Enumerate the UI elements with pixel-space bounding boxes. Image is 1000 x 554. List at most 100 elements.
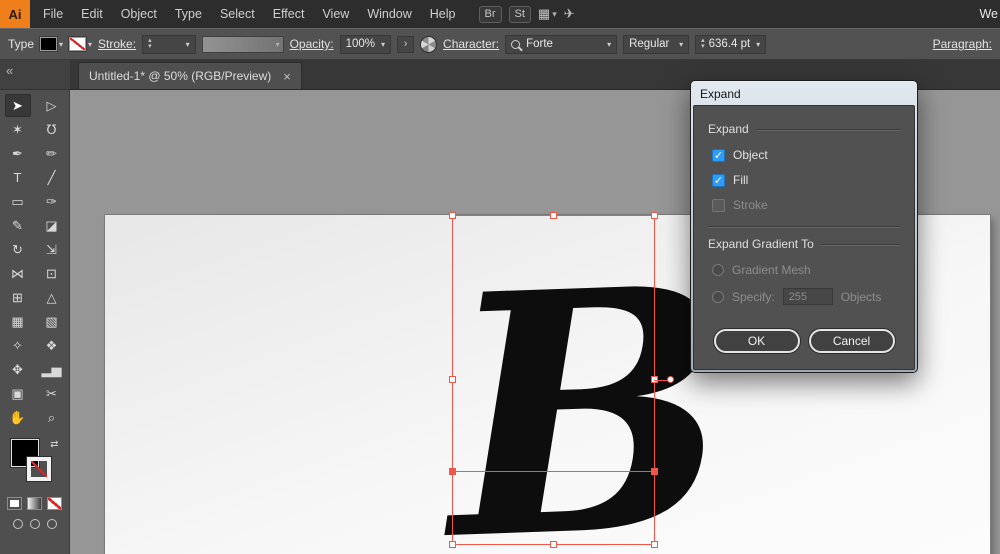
font-size-control[interactable]: ▴ ▾ 636.4 pt ▾ [695, 34, 767, 54]
column-graph-tool[interactable]: ▂▅ [39, 358, 65, 381]
selection-handle[interactable] [449, 376, 456, 383]
stock-button[interactable]: St [508, 5, 531, 23]
font-style-dropdown[interactable]: Regular ▾ [623, 34, 690, 54]
arrange-documents-button[interactable]: ▦ ▾ [538, 6, 557, 22]
color-mode-button[interactable] [7, 497, 22, 510]
opacity-control[interactable]: 100% ▾ [339, 34, 392, 54]
pencil-tool[interactable]: ✎ [5, 214, 31, 237]
ok-button[interactable]: OK [713, 329, 800, 353]
selection-handle[interactable] [549, 212, 557, 219]
draw-behind-icon[interactable] [29, 519, 40, 529]
anchor-point-handle[interactable] [667, 376, 674, 383]
gradient-tool[interactable]: ▧ [39, 310, 65, 333]
expand-dialog: Expand Expand ✓ Object ✓ Fill Stroke Expand … [690, 80, 918, 373]
paint-mode-row [7, 497, 62, 510]
lasso-tool[interactable]: ℧ [39, 118, 65, 141]
stroke-color-well[interactable] [25, 456, 52, 482]
expand-options: ✓ Object ✓ Fill Stroke [708, 148, 900, 212]
eyedropper-tool[interactable]: ✧ [5, 334, 31, 357]
artboard-tool[interactable]: ▣ [5, 382, 31, 405]
dialog-title-bar[interactable]: Expand [693, 83, 915, 105]
object-checkbox[interactable]: ✓ [712, 148, 725, 162]
font-family-dropdown[interactable]: Forte ▾ [505, 34, 618, 54]
paragraph-panel-link[interactable]: Paragraph: [933, 37, 992, 51]
direct-selection-tool[interactable]: ▷ [39, 94, 65, 117]
menu-select[interactable]: Select [211, 0, 264, 28]
slice-tool[interactable]: ✂ [39, 382, 65, 405]
fill-label: Fill [733, 173, 749, 187]
scale-tool[interactable]: ⇲ [39, 238, 65, 261]
paintbrush-tool[interactable]: ✑ [39, 190, 65, 213]
bridge-button[interactable]: Br [478, 5, 502, 23]
baseline-handle[interactable] [449, 468, 456, 475]
chevron-down-icon: ▾ [552, 8, 557, 19]
specify-count-field[interactable]: 255 [782, 288, 833, 305]
workspace-switcher[interactable]: We [979, 7, 1000, 21]
cancel-button[interactable]: Cancel [808, 329, 895, 353]
free-transform-tool[interactable]: ⊡ [39, 262, 65, 285]
rectangle-tool[interactable]: ▭ [5, 190, 31, 213]
menu-type[interactable]: Type [166, 0, 211, 28]
fill-checkbox[interactable]: ✓ [712, 173, 725, 187]
type-tool[interactable]: T [5, 166, 31, 189]
gradient-mesh-radio[interactable] [712, 264, 724, 276]
character-panel-link[interactable]: Character: [443, 37, 499, 51]
hand-tool[interactable]: ✋ [5, 406, 31, 429]
mesh-tool[interactable]: ▦ [5, 310, 31, 333]
opacity-panel-link[interactable]: Opacity: [290, 37, 334, 51]
width-profile-dropdown[interactable]: ▾ [201, 35, 284, 53]
menu-edit[interactable]: Edit [72, 0, 112, 28]
menu-object[interactable]: Object [112, 0, 166, 28]
close-icon[interactable]: × [283, 69, 291, 84]
recolor-artwork-icon[interactable] [420, 35, 438, 53]
stroke-checkbox[interactable] [712, 198, 725, 212]
menu-effect[interactable]: Effect [264, 0, 314, 28]
curvature-tool[interactable]: ✏ [39, 142, 65, 165]
selection-handle[interactable] [651, 541, 658, 548]
gradient-mode-button[interactable] [27, 497, 42, 510]
panel-arrow-button[interactable]: › [397, 35, 415, 53]
none-mode-button[interactable] [47, 497, 62, 510]
selection-handle[interactable] [449, 212, 456, 219]
width-tool[interactable]: ⋈ [5, 262, 31, 285]
symbol-sprayer-tool[interactable]: ✥ [5, 358, 31, 381]
baseline-handle[interactable] [651, 468, 658, 475]
draw-inside-icon[interactable] [46, 519, 57, 529]
pen-tool[interactable]: ✒ [5, 142, 31, 165]
fill-color-control[interactable]: ▾ [40, 37, 63, 51]
selection-handle[interactable] [449, 541, 456, 548]
draw-normal-icon[interactable] [12, 519, 23, 529]
collapse-panel-button[interactable]: « [6, 63, 13, 78]
magic-wand-tool[interactable]: ✶ [5, 118, 31, 141]
opacity-value: 100% [345, 38, 376, 50]
zoom-tool[interactable]: ⌕ [39, 406, 65, 429]
blend-tool[interactable]: ❖ [39, 334, 65, 357]
swap-fill-stroke-icon[interactable]: ⇄ [50, 439, 58, 450]
chevron-down-icon: ▾ [607, 39, 612, 49]
stepper-icon: ▴ ▾ [701, 37, 705, 50]
chevron-down-icon: ▾ [275, 39, 280, 49]
perspective-grid-tool[interactable]: △ [39, 286, 65, 309]
stroke-color-control[interactable]: ▾ [69, 37, 92, 51]
stroke-panel-link[interactable]: Stroke: [98, 37, 136, 51]
rotate-tool[interactable]: ↻ [5, 238, 31, 261]
control-bar: Type ▾ ▾ Stroke: ▴ ▾ ▾ ▾ Opacity: 100% ▾ … [0, 28, 1000, 60]
gradient-mesh-option-row: Gradient Mesh [712, 263, 900, 277]
menu-file[interactable]: File [34, 0, 72, 28]
shape-builder-tool[interactable]: ⊞ [5, 286, 31, 309]
section-rule [821, 243, 900, 245]
stroke-weight-control[interactable]: ▴ ▾ ▾ [142, 34, 196, 54]
toolbar-collapse-header: « [0, 60, 70, 90]
menu-window[interactable]: Window [358, 0, 420, 28]
gpu-performance-icon[interactable]: ✈ [564, 6, 575, 22]
menu-help[interactable]: Help [421, 0, 465, 28]
selection-handle[interactable] [549, 541, 557, 548]
selection-handle[interactable] [651, 212, 658, 219]
line-segment-tool[interactable]: ╱ [39, 166, 65, 189]
illustrator-logo-icon: Ai [0, 0, 30, 28]
menu-view[interactable]: View [313, 0, 358, 28]
eraser-tool[interactable]: ◪ [39, 214, 65, 237]
specify-radio[interactable] [712, 290, 724, 303]
selection-tool[interactable]: ➤ [4, 94, 31, 117]
document-tab[interactable]: Untitled-1* @ 50% (RGB/Preview) × [78, 62, 302, 89]
